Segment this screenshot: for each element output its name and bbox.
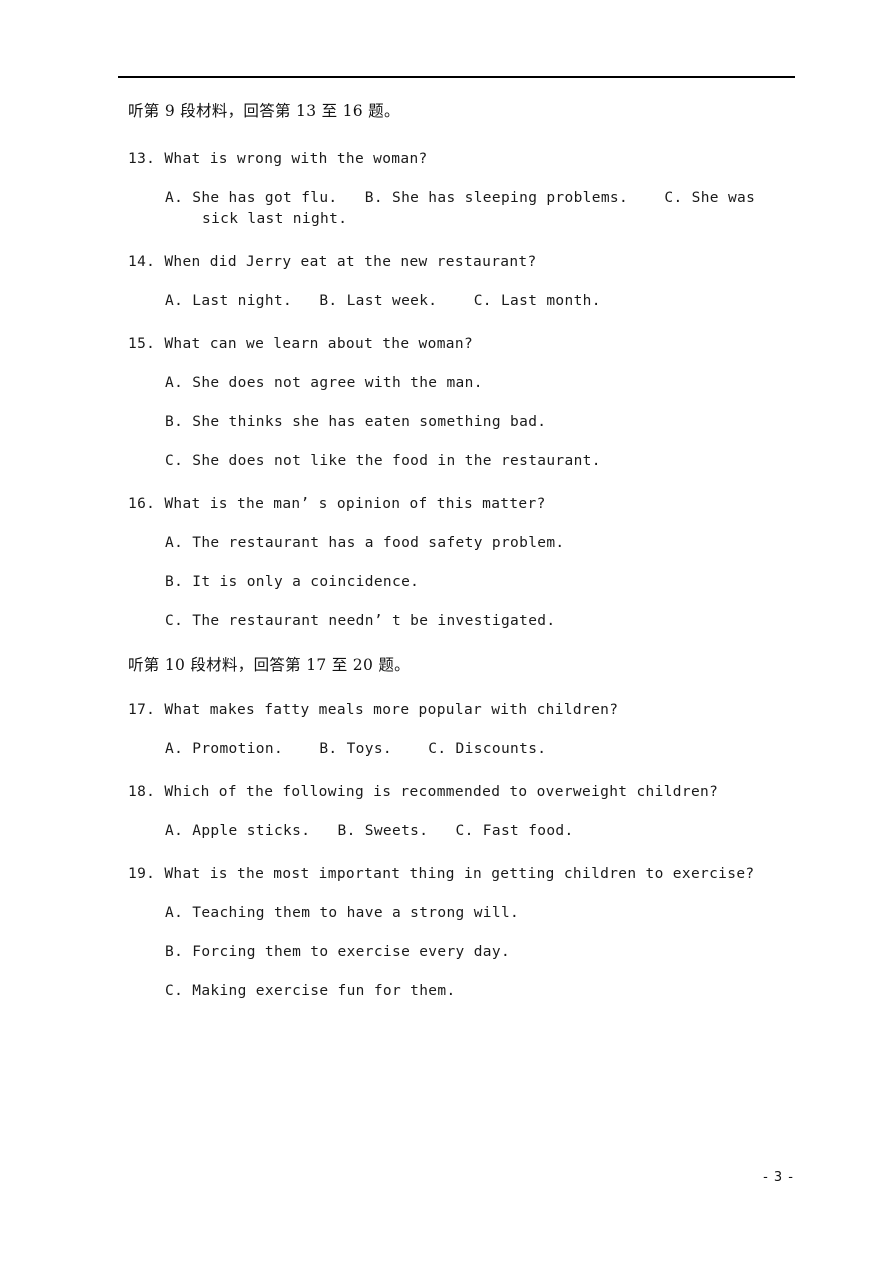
section-heading: 听第 10 段材料，回答第 17 至 20 题。	[128, 656, 410, 675]
question-block: 17. What makes fatty meals more popular …	[128, 700, 800, 760]
question-stem: 13. What is wrong with the woman?	[128, 151, 428, 168]
question-stem: 19. What is the most important thing in …	[128, 865, 755, 882]
question-option: B. It is only a coincidence.	[165, 574, 420, 591]
question-stem: 17. What makes fatty meals more popular …	[128, 701, 619, 718]
question-stem: 18. Which of the following is recommende…	[128, 783, 719, 800]
question-block: 16. What is the man’ s opinion of this m…	[128, 494, 800, 632]
section-heading: 听第 9 段材料，回答第 13 至 16 题。	[128, 102, 400, 120]
question-stem: 14. When did Jerry eat at the new restau…	[128, 254, 537, 271]
question-option: A. The restaurant has a food safety prob…	[165, 535, 565, 552]
question-option: A. She does not agree with the man.	[165, 375, 483, 392]
question-block: 18. Which of the following is recommende…	[128, 782, 800, 842]
question-options: A. She has got flu. B. She has sleeping …	[165, 190, 765, 228]
question-option: B. She thinks she has eaten something ba…	[165, 414, 547, 431]
question-block: 14. When did Jerry eat at the new restau…	[128, 252, 800, 312]
question-options: A. Promotion. B. Toys. C. Discounts.	[165, 740, 547, 757]
question-stem: 16. What is the man’ s opinion of this m…	[128, 496, 546, 513]
question-options: A. Last night. B. Last week. C. Last mon…	[165, 293, 601, 310]
question-block: 15. What can we learn about the woman? A…	[128, 334, 800, 472]
question-option: C. She does not like the food in the res…	[165, 453, 601, 470]
question-option: B. Forcing them to exercise every day.	[165, 943, 511, 960]
question-block: 13. What is wrong with the woman? A. She…	[128, 149, 800, 230]
section-block: 听第 10 段材料，回答第 17 至 20 题。	[128, 654, 800, 677]
page-content: 听第 9 段材料，回答第 13 至 16 题。 13. What is wron…	[128, 100, 800, 1002]
exam-page: 听第 9 段材料，回答第 13 至 16 题。 13. What is wron…	[0, 0, 892, 1262]
section-block: 听第 9 段材料，回答第 13 至 16 题。	[128, 100, 800, 123]
question-stem: 15. What can we learn about the woman?	[128, 336, 474, 353]
question-option: C. Making exercise fun for them.	[165, 982, 456, 999]
page-number: - 3 -	[763, 1170, 794, 1185]
question-block: 19. What is the most important thing in …	[128, 864, 800, 1002]
header-rule	[118, 76, 795, 78]
question-option: C. The restaurant needn’ t be investigat…	[165, 613, 556, 630]
question-option: A. Teaching them to have a strong will.	[165, 904, 520, 921]
question-options: A. Apple sticks. B. Sweets. C. Fast food…	[165, 822, 574, 839]
